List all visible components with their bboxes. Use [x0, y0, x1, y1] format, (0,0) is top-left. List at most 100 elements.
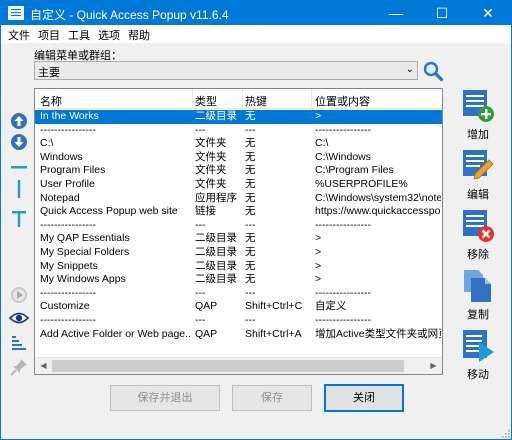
list-cell-type: 文件夹	[195, 178, 227, 190]
menu-help[interactable]: 帮助	[125, 26, 153, 42]
title-bar[interactable]: 自定义 - Quick Access Popup v11.6.4 — ☐ ✕	[1, 1, 511, 25]
list-cell-hotkey: 无	[245, 164, 256, 177]
column-divider[interactable]	[242, 89, 243, 109]
list-row[interactable]: My QAP Essentials 二级目录无 >	[35, 232, 442, 246]
list-cell-name: Notepad	[40, 191, 80, 204]
list-cell-hotkey: 无	[245, 178, 256, 190]
column-divider[interactable]	[311, 89, 312, 109]
list-cell-location: %USERPROFILE%	[315, 178, 408, 190]
maximize-button[interactable]: ☐	[419, 1, 465, 25]
list-cell-type: 应用程序	[195, 191, 237, 204]
close-button[interactable]: 关闭	[324, 384, 404, 412]
chevron-down-icon: ⌄	[405, 64, 414, 75]
scroll-left-icon[interactable]: ◀	[35, 358, 52, 374]
list-cell-name: Program Files	[40, 164, 106, 177]
list-cell-name: User Profile	[40, 178, 95, 190]
list-row[interactable]: Program Files 文件夹 无 C:\Program Files	[35, 164, 442, 178]
column-header-hotkey[interactable]: 热键	[245, 93, 267, 109]
add-label: 增加	[467, 129, 489, 141]
list-row[interactable]: Quick Access Popup web site 链接 无 https://ww…	[35, 205, 442, 219]
search-icon[interactable]	[422, 60, 444, 82]
add-button[interactable]: 增加	[456, 88, 500, 146]
save-button[interactable]: 保存	[232, 385, 312, 411]
menu-file[interactable]: 文件	[5, 26, 33, 42]
list-row[interactable]: ---------------- --- --- ----------------	[35, 314, 442, 328]
list-cell-name: Add Active Folder or Web page...	[40, 327, 192, 340]
text-separator-icon[interactable]	[9, 209, 29, 229]
list-cell-location: >	[315, 273, 322, 286]
edit-button[interactable]: 编辑	[456, 148, 500, 206]
list-row[interactable]: My Snippets 二级目录无 >	[35, 260, 442, 274]
list-cell-name: In the Works	[40, 110, 99, 122]
list-row[interactable]: My Special Folders 二级目录无 >	[35, 246, 442, 260]
list-row[interactable]: C:\ 文件夹 无 C:\	[35, 137, 442, 151]
menu-project[interactable]: 项目	[35, 26, 63, 42]
horizontal-scrollbar[interactable]: ◀ ▶	[35, 357, 442, 374]
column-header-name[interactable]: 名称	[40, 93, 62, 109]
list-row[interactable]: Customize QAP Shift+Ctrl+C 自定义	[35, 300, 442, 314]
list-row[interactable]: In the Works 二级目录无 >	[35, 110, 442, 124]
list-cell-location: >	[315, 232, 322, 245]
resize-grip-icon[interactable]	[500, 428, 510, 438]
list-header: 名称 类型 热键 位置或内容	[35, 89, 442, 109]
list-cell-type: 文件夹	[195, 137, 227, 150]
column-header-type[interactable]: 类型	[195, 93, 217, 109]
list-row[interactable]: Notepad 应用程序无 C:\Windows\system32\notepad.…	[35, 192, 442, 206]
move-button[interactable]: 移动	[456, 328, 500, 386]
column-divider[interactable]	[192, 89, 193, 109]
list-cell-hotkey: ---	[245, 218, 256, 231]
list-cell-name: Quick Access Popup web site	[40, 205, 178, 218]
edit-icon	[463, 150, 494, 180]
column-header-location[interactable]: 位置或内容	[315, 93, 370, 109]
menu-options[interactable]: 选项	[95, 26, 123, 42]
copy-button[interactable]: 复制	[456, 268, 500, 326]
list-row[interactable]: ---------------- --- --- ----------------	[35, 124, 442, 138]
list-row[interactable]: Windows 文件夹 无 C:\Windows	[35, 151, 442, 165]
list-cell-location: >	[315, 259, 322, 272]
list-cell-name: ----------------	[40, 286, 96, 299]
list-cell-name: ----------------	[40, 314, 96, 326]
remove-button[interactable]: 移除	[456, 208, 500, 266]
arrow-down-icon[interactable]	[9, 132, 29, 152]
list-cell-hotkey: ---	[245, 286, 256, 299]
list-cell-type: QAP	[195, 327, 218, 340]
favorites-list[interactable]: 名称 类型 热键 位置或内容 In the Works 二级目录无 > -------…	[34, 88, 443, 375]
list-row[interactable]: User Profile 文件夹 无 %USERPROFILE%	[35, 178, 442, 192]
arrow-up-icon[interactable]	[9, 111, 29, 131]
list-cell-hotkey: 无	[245, 191, 256, 204]
list-cell-location: C:\Windows\system32\notepad.exe	[315, 191, 441, 204]
minimize-button[interactable]: —	[373, 1, 419, 25]
list-row[interactable]: Add Active Folder or Web page... QAP Shift…	[35, 328, 442, 342]
run-icon[interactable]	[9, 285, 29, 305]
list-cell-type: 二级目录	[195, 259, 237, 272]
separator-icon[interactable]	[9, 157, 29, 177]
column-break-icon[interactable]	[9, 179, 29, 199]
move-icon	[463, 330, 494, 362]
list-cell-hotkey: ---	[245, 123, 256, 136]
list-row[interactable]: ---------------- --- --- ----------------	[35, 287, 442, 301]
list-cell-name: ----------------	[40, 123, 96, 136]
copy-label: 复制	[467, 309, 489, 321]
list-row[interactable]: ---------------- --- --- ----------------	[35, 219, 442, 233]
menu-tools[interactable]: 工具	[65, 26, 93, 42]
menu-bar: 文件 项目 工具 选项 帮助	[1, 25, 511, 43]
list-cell-location: C:\Windows	[315, 150, 372, 163]
group-select[interactable]: 主要 ⌄	[34, 61, 418, 80]
pin-icon[interactable]	[9, 357, 29, 377]
sort-icon[interactable]	[9, 332, 29, 352]
save-and-exit-button[interactable]: 保存并退出	[110, 385, 220, 411]
customize-window: 自定义 - Quick Access Popup v11.6.4 — ☐ ✕ 文…	[0, 0, 512, 440]
copy-icon	[464, 270, 491, 302]
list-cell-type: ---	[195, 123, 206, 136]
list-cell-type: ---	[195, 314, 206, 326]
eye-icon[interactable]	[8, 308, 30, 328]
close-window-button[interactable]: ✕	[465, 1, 511, 25]
list-cell-type: 二级目录	[195, 273, 237, 286]
list-row[interactable]: My Windows Apps 二级目录无 >	[35, 273, 442, 287]
list-cell-hotkey: 无	[245, 259, 256, 272]
list-cell-name: My QAP Essentials	[40, 232, 130, 245]
list-cell-hotkey: 无	[245, 150, 256, 163]
list-cell-hotkey: 无	[245, 232, 256, 245]
scrollbar-thumb[interactable]	[52, 360, 404, 372]
scroll-right-icon[interactable]: ▶	[425, 358, 442, 374]
